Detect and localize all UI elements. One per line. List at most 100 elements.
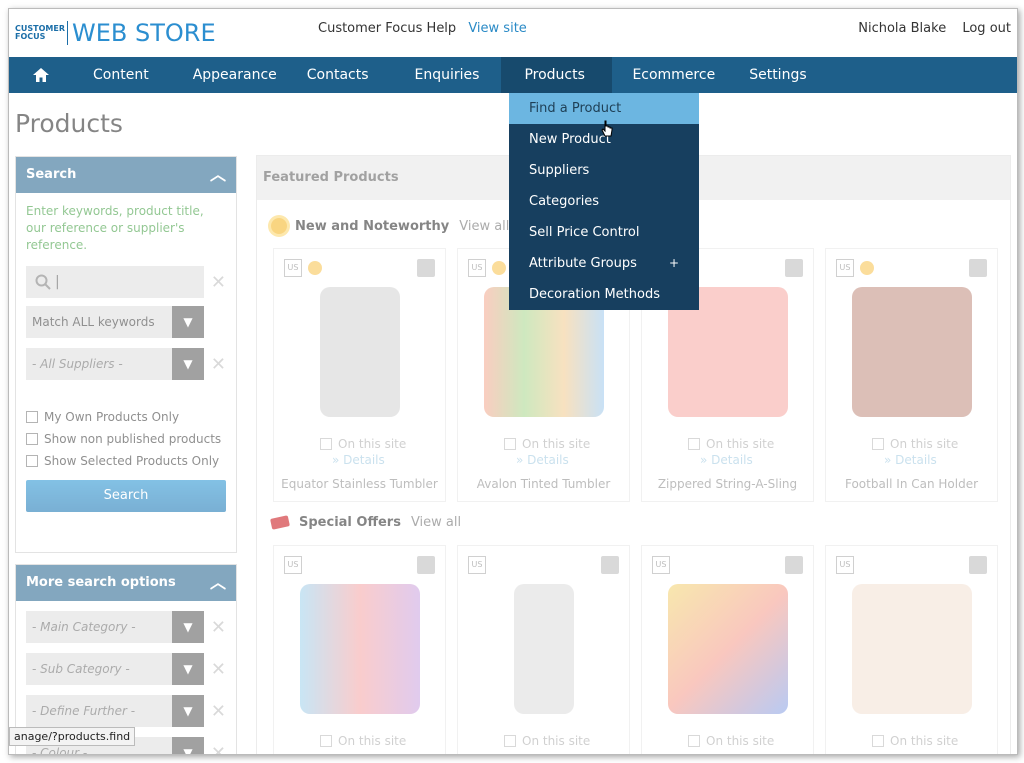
- zoom-icon[interactable]: [417, 259, 435, 277]
- zoom-icon[interactable]: [417, 556, 435, 574]
- selected-products-checkbox[interactable]: Show Selected Products Only: [26, 454, 226, 468]
- us-badge: US: [468, 259, 486, 277]
- nav-appearance[interactable]: Appearance: [179, 57, 293, 93]
- sub-category-select[interactable]: - Sub Category - ▼: [26, 653, 204, 685]
- clear-main-category-icon[interactable]: ✕: [211, 617, 226, 638]
- on-site-checkbox[interactable]: On this site: [688, 734, 774, 748]
- selected-products-label: Show Selected Products Only: [44, 454, 220, 468]
- product-image[interactable]: [320, 287, 400, 417]
- menu-attribute-groups-label: Attribute Groups: [529, 256, 637, 271]
- chevron-down-icon: ▼: [172, 653, 204, 685]
- on-site-checkbox[interactable]: On this site: [504, 437, 590, 451]
- user-links: Nichola Blake Log out: [846, 21, 1011, 36]
- on-site-checkbox[interactable]: On this site: [688, 437, 774, 451]
- clear-search-icon[interactable]: ✕: [211, 272, 226, 293]
- on-site-checkbox[interactable]: On this site: [320, 734, 406, 748]
- product-image[interactable]: [668, 584, 788, 714]
- menu-attribute-groups[interactable]: Attribute Groups +: [509, 248, 699, 279]
- details-link[interactable]: » Details: [332, 453, 385, 467]
- zoom-icon[interactable]: [969, 259, 987, 277]
- checkbox-icon: [872, 438, 884, 450]
- checkbox-icon: [26, 455, 38, 467]
- clear-colour-icon[interactable]: ✕: [211, 743, 226, 754]
- clear-define-further-icon[interactable]: ✕: [211, 701, 226, 722]
- nav-content[interactable]: Content: [73, 57, 179, 93]
- us-badge: US: [836, 259, 854, 277]
- menu-categories[interactable]: Categories: [509, 186, 699, 217]
- chevron-down-icon: ▼: [172, 348, 204, 380]
- product-name[interactable]: Zippered String-A-Sling: [642, 477, 813, 491]
- page-title: Products: [15, 109, 123, 138]
- nav-contacts[interactable]: Contacts: [293, 57, 401, 93]
- own-products-checkbox[interactable]: My Own Products Only: [26, 410, 226, 424]
- zoom-icon[interactable]: [785, 259, 803, 277]
- product-image[interactable]: [852, 287, 972, 417]
- more-search-header[interactable]: More search options ︿: [16, 565, 236, 601]
- sub-category-value: - Sub Category -: [32, 662, 130, 676]
- on-site-checkbox[interactable]: On this site: [504, 734, 590, 748]
- product-name[interactable]: Equator Stainless Tumbler: [274, 477, 445, 491]
- chevron-up-icon: ︿: [209, 573, 226, 592]
- on-site-checkbox[interactable]: On this site: [320, 437, 406, 451]
- product-card[interactable]: US On this site: [641, 545, 814, 754]
- special-offers-heading: Special Offers View all: [270, 515, 461, 530]
- product-card[interactable]: US On this site » Details Equator Stainl…: [273, 248, 446, 502]
- product-card[interactable]: US On this site: [825, 545, 998, 754]
- search-input[interactable]: |: [26, 266, 204, 298]
- nav-products[interactable]: Products: [501, 57, 613, 93]
- sun-icon: [271, 218, 287, 234]
- zoom-icon[interactable]: [969, 556, 987, 574]
- menu-suppliers[interactable]: Suppliers: [509, 155, 699, 186]
- on-site-checkbox[interactable]: On this site: [872, 437, 958, 451]
- nav-enquiries[interactable]: Enquiries: [401, 57, 502, 93]
- on-site-label: On this site: [706, 437, 775, 451]
- sun-icon: [492, 261, 506, 275]
- clear-sub-category-icon[interactable]: ✕: [211, 659, 226, 680]
- product-card[interactable]: US On this site: [457, 545, 630, 754]
- logo-text: WEB STORE: [72, 19, 216, 47]
- new-noteworthy-view-all[interactable]: View all: [459, 219, 509, 234]
- menu-decoration-methods[interactable]: Decoration Methods: [509, 279, 699, 310]
- chevron-down-icon: ▼: [172, 306, 204, 338]
- main-category-select[interactable]: - Main Category - ▼: [26, 611, 204, 643]
- status-url: anage/?products.find: [9, 727, 136, 746]
- help-link[interactable]: Customer Focus Help: [318, 21, 456, 36]
- product-image[interactable]: [300, 584, 420, 714]
- clear-supplier-icon[interactable]: ✕: [211, 354, 226, 375]
- search-panel-header[interactable]: Search ︿: [16, 157, 236, 193]
- us-badge: US: [468, 556, 486, 574]
- on-site-label: On this site: [338, 437, 407, 451]
- zoom-icon[interactable]: [601, 556, 619, 574]
- main-nav: Content Appearance Contacts Enquiries Pr…: [9, 57, 1017, 93]
- product-card[interactable]: US On this site: [273, 545, 446, 754]
- home-button[interactable]: [9, 57, 73, 93]
- non-published-checkbox[interactable]: Show non published products: [26, 432, 226, 446]
- product-card[interactable]: US On this site » Details Football In Ca…: [825, 248, 998, 502]
- special-offers-view-all[interactable]: View all: [411, 515, 461, 530]
- nav-ecommerce[interactable]: Ecommerce: [612, 57, 735, 93]
- nav-settings[interactable]: Settings: [735, 57, 820, 93]
- logo[interactable]: CUSTOMER FOCUS WEB STORE: [15, 19, 216, 47]
- match-select[interactable]: Match ALL keywords ▼: [26, 306, 204, 338]
- search-panel-title: Search: [26, 167, 77, 182]
- supplier-select[interactable]: - All Suppliers - ▼: [26, 348, 204, 380]
- product-image[interactable]: [852, 584, 972, 714]
- define-further-select[interactable]: - Define Further - ▼: [26, 695, 204, 727]
- on-site-label: On this site: [706, 734, 775, 748]
- details-link[interactable]: » Details: [884, 453, 937, 467]
- view-site-link[interactable]: View site: [468, 21, 526, 36]
- zoom-icon[interactable]: [785, 556, 803, 574]
- match-select-value: Match ALL keywords: [32, 315, 155, 329]
- checkbox-icon: [26, 433, 38, 445]
- on-site-checkbox[interactable]: On this site: [872, 734, 958, 748]
- logout-link[interactable]: Log out: [962, 21, 1011, 36]
- user-name[interactable]: Nichola Blake: [858, 21, 946, 36]
- us-badge: US: [652, 556, 670, 574]
- product-name[interactable]: Avalon Tinted Tumbler: [458, 477, 629, 491]
- details-link[interactable]: » Details: [516, 453, 569, 467]
- product-image[interactable]: [514, 584, 574, 714]
- menu-sell-price-control[interactable]: Sell Price Control: [509, 217, 699, 248]
- details-link[interactable]: » Details: [700, 453, 753, 467]
- search-button[interactable]: Search: [26, 480, 226, 512]
- product-name[interactable]: Football In Can Holder: [826, 477, 997, 491]
